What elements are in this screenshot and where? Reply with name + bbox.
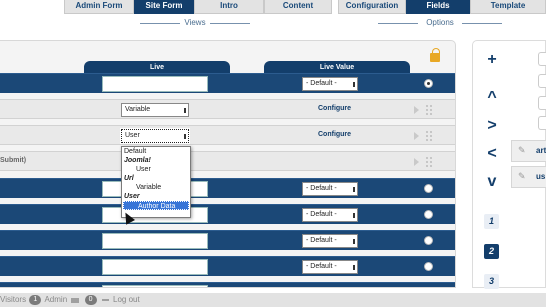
field-row: - Default - — [0, 178, 455, 198]
tab-site-form[interactable]: Site Form — [134, 0, 194, 14]
chevron-right-icon[interactable]: > — [484, 118, 500, 134]
top-navigation: Admin Form Site Form Intro Content Confi… — [0, 0, 546, 32]
dropdown-group-label: Joomla! — [124, 157, 151, 164]
live-input[interactable] — [102, 259, 208, 275]
views-divider-left — [140, 23, 180, 24]
field-radio[interactable] — [424, 262, 433, 271]
configure-link[interactable]: Configure — [318, 131, 351, 138]
tab-intro[interactable]: Intro — [194, 0, 264, 14]
admin-label[interactable]: Admin — [44, 293, 67, 307]
pencil-icon[interactable]: ✎ — [518, 171, 526, 182]
plus-icon[interactable]: + — [484, 52, 500, 68]
field-row: User Configure — [0, 125, 455, 145]
field-radio[interactable] — [424, 210, 433, 219]
arrow-right-icon[interactable] — [414, 132, 419, 140]
live-value-select[interactable]: - Default - — [302, 260, 358, 274]
dropdown-option[interactable]: User — [122, 165, 190, 174]
live-source-select[interactable]: Variable — [121, 103, 189, 117]
tab-fields[interactable]: Fields — [406, 0, 470, 14]
views-divider-right — [210, 23, 250, 24]
logout-icon — [101, 299, 109, 301]
chevron-left-icon[interactable]: < — [484, 146, 500, 162]
live-value-select[interactable]: - Default - — [302, 234, 358, 248]
live-value-column-header: Live Value — [264, 61, 410, 73]
drag-handle-icon[interactable] — [425, 104, 433, 115]
lock-icon[interactable] — [430, 48, 440, 62]
field-row: - Default - — [0, 204, 455, 224]
live-value-select[interactable]: - Default - — [302, 77, 358, 91]
field-row: - Default - — [0, 73, 455, 93]
pencil-icon[interactable]: ✎ — [518, 145, 526, 156]
page-number-button[interactable]: 3 — [484, 274, 499, 289]
dropdown-option[interactable]: Variable — [122, 183, 190, 192]
side-option-box[interactable] — [538, 96, 546, 110]
dropdown-group-label: User — [124, 193, 140, 200]
options-divider-left — [378, 23, 418, 24]
tab-template[interactable]: Template — [470, 0, 546, 14]
arrow-right-icon[interactable] — [414, 158, 419, 166]
live-column-header: Live — [84, 61, 230, 73]
tab-admin-form[interactable]: Admin Form — [64, 0, 134, 14]
field-radio[interactable] — [424, 79, 433, 88]
page-number-button[interactable]: 1 — [484, 214, 499, 229]
live-input[interactable] — [102, 76, 208, 92]
side-field-item[interactable]: ✎ art — [511, 140, 546, 162]
live-value-select[interactable]: - Default - — [302, 208, 358, 222]
live-input[interactable] — [102, 233, 208, 249]
side-field-label: art — [536, 146, 546, 155]
live-input[interactable] — [102, 285, 208, 287]
arrow-right-icon[interactable] — [414, 106, 419, 114]
tab-content[interactable]: Content — [264, 0, 332, 14]
fields-panel: Live Live Value - Default - Variable Con… — [0, 40, 456, 288]
field-radio[interactable] — [424, 236, 433, 245]
live-source-select[interactable]: User — [120, 128, 190, 144]
live-value-select[interactable]: - Default - — [302, 182, 358, 196]
dropdown-option[interactable]: Author Data — [123, 201, 189, 210]
views-group-label: Views — [184, 18, 206, 27]
tab-configuration[interactable]: Configuration — [338, 0, 406, 14]
side-field-item[interactable]: ✎ us — [511, 166, 546, 188]
source-dropdown-list: Default Joomla! User Url Variable User A… — [121, 146, 191, 218]
field-row — [0, 282, 455, 287]
submit-field-label: Submit) — [0, 157, 27, 164]
field-radio[interactable] — [424, 184, 433, 193]
dropdown-option[interactable]: Default — [122, 147, 190, 156]
status-bar: Visitors 1 Admin 0 Log out — [0, 293, 546, 307]
drag-handle-icon[interactable] — [425, 130, 433, 141]
drag-handle-icon[interactable] — [425, 156, 433, 167]
dropdown-group-label: Url — [124, 175, 134, 182]
field-row: Submit) — [0, 151, 455, 171]
chevron-up-icon[interactable]: ^ — [484, 90, 500, 106]
chevron-down-icon[interactable]: v — [484, 174, 500, 190]
logout-link[interactable]: Log out — [113, 293, 140, 307]
side-field-label: us — [536, 172, 546, 181]
field-row: - Default - — [0, 230, 455, 250]
field-row: - Default - — [0, 256, 455, 276]
side-option-box[interactable] — [538, 52, 546, 66]
visitors-count-badge: 1 — [29, 295, 42, 305]
side-option-box[interactable] — [538, 116, 546, 130]
visitors-label[interactable]: Visitors — [0, 293, 26, 307]
side-option-box[interactable] — [538, 74, 546, 88]
options-divider-right — [462, 23, 502, 24]
configure-link[interactable]: Configure — [318, 105, 351, 112]
messages-count-badge[interactable]: 0 — [84, 295, 97, 305]
page-number-button[interactable]: 2 — [484, 244, 499, 259]
options-group-label: Options — [426, 18, 454, 27]
mail-icon — [71, 298, 80, 303]
field-row: Variable Configure — [0, 99, 455, 119]
